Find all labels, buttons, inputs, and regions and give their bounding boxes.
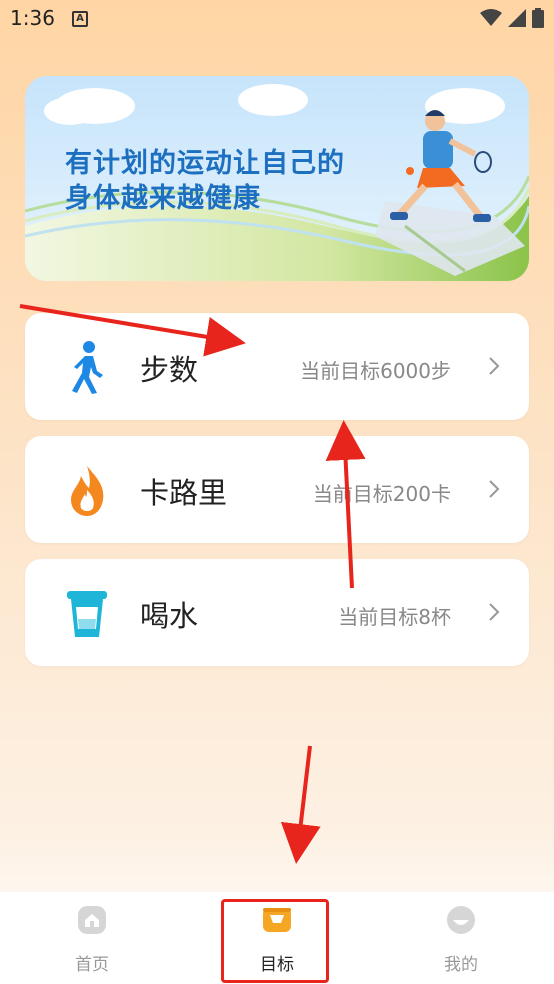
water-goal-card[interactable]: 喝水 当前目标8杯 bbox=[25, 559, 529, 666]
status-icons bbox=[480, 8, 544, 28]
chevron-right-icon bbox=[489, 357, 500, 375]
steps-goal-card[interactable]: 步数 当前目标6000步 bbox=[25, 313, 529, 420]
banner-line-2: 身体越来越健康 bbox=[65, 183, 261, 214]
status-time: 1:36 bbox=[10, 6, 55, 30]
card-title: 卡路里 bbox=[140, 476, 228, 510]
calories-goal-card[interactable]: 卡路里 当前目标200卡 bbox=[25, 436, 529, 543]
chevron-right-icon bbox=[489, 603, 500, 621]
banner-slogan: 有计划的运动让自己的 身体越来越健康 bbox=[65, 146, 345, 216]
annotation-arrow bbox=[280, 745, 321, 864]
card-title: 喝水 bbox=[140, 599, 199, 633]
tab-label: 我的 bbox=[444, 955, 478, 975]
annotation-highlight-box bbox=[221, 899, 329, 983]
banner[interactable]: 有计划的运动让自己的 身体越来越健康 bbox=[25, 76, 529, 281]
card-goal: 当前目标200卡 bbox=[312, 482, 451, 506]
flame-icon bbox=[71, 466, 104, 516]
banner-line-1: 有计划的运动让自己的 bbox=[65, 148, 345, 179]
status-bar: 1:36 A bbox=[0, 0, 554, 38]
tab-label: 首页 bbox=[75, 955, 109, 975]
card-goal: 当前目标6000步 bbox=[300, 359, 451, 383]
card-goal: 当前目标8杯 bbox=[338, 605, 451, 629]
profile-icon bbox=[447, 906, 475, 934]
chevron-right-icon bbox=[489, 480, 500, 498]
signal-icon bbox=[508, 9, 526, 27]
battery-icon bbox=[532, 8, 544, 28]
home-icon bbox=[78, 906, 106, 934]
tab-home[interactable]: 首页 bbox=[37, 892, 147, 984]
walking-person-icon bbox=[72, 341, 103, 394]
notification-a-icon: A bbox=[72, 11, 88, 27]
cup-icon bbox=[67, 591, 107, 637]
wifi-icon bbox=[480, 9, 502, 26]
tab-mine[interactable]: 我的 bbox=[406, 892, 516, 984]
card-title: 步数 bbox=[140, 353, 199, 387]
